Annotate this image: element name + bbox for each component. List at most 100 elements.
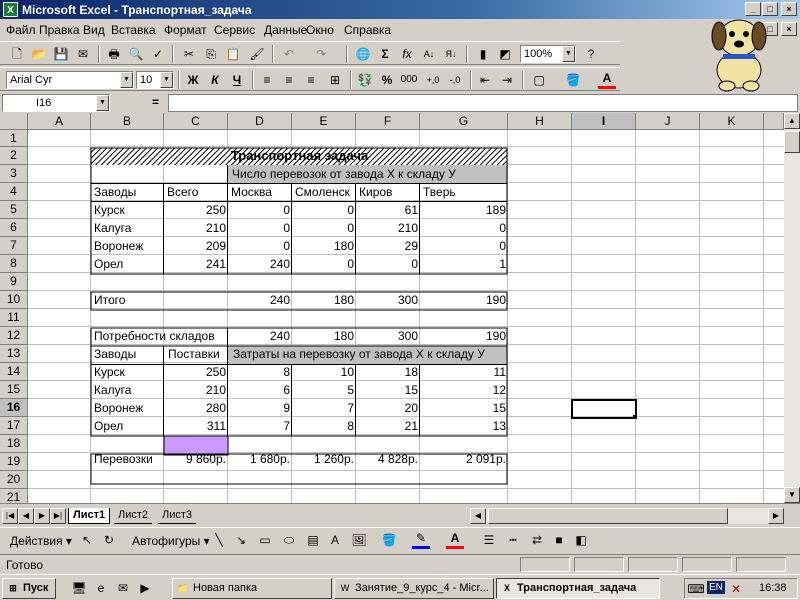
cost-factory-cell[interactable]: Калуга xyxy=(92,382,133,398)
column-header-h[interactable]: H xyxy=(508,113,572,130)
row-header-18[interactable]: 18 xyxy=(0,435,28,453)
transport-tver-cell[interactable]: 2 091р. xyxy=(420,451,508,467)
column-header-i[interactable]: I xyxy=(572,113,636,130)
ship-value-cell[interactable]: 189 xyxy=(420,202,508,218)
taskbar-item-folder[interactable]: 📁 Новая папка xyxy=(172,578,332,599)
column-header-g[interactable]: G xyxy=(420,113,508,130)
row-header-21[interactable]: 21 xyxy=(0,489,28,503)
menu-format[interactable]: Формат xyxy=(164,23,207,37)
ship-total-cell[interactable]: 209 xyxy=(164,238,228,254)
cost-supply-cell[interactable]: 250 xyxy=(164,364,228,380)
row-header-14[interactable]: 14 xyxy=(0,363,28,381)
title-cell[interactable]: Транспортная задача xyxy=(91,148,508,164)
cost-supply-cell[interactable]: 311 xyxy=(164,418,228,434)
network-icon[interactable]: ✕ xyxy=(727,580,745,598)
cost-header-cell[interactable]: Затраты на перевозку от завода Х к склад… xyxy=(231,346,487,362)
ship-value-cell[interactable]: 0 xyxy=(228,238,292,254)
new-icon[interactable]: 🗋 xyxy=(8,45,26,63)
align-right-icon[interactable]: ≡ xyxy=(302,71,320,89)
wordart-icon[interactable]: A xyxy=(326,531,344,549)
h-scroll-thumb[interactable] xyxy=(488,508,728,524)
taskbar-item-excel[interactable]: X Транспортная_задача xyxy=(496,578,660,599)
decrease-indent-icon[interactable]: ⇤ xyxy=(476,71,494,89)
thousands-icon[interactable]: 000 xyxy=(400,71,418,89)
shadow-icon[interactable]: ■ xyxy=(550,531,568,549)
ship-value-cell[interactable]: 0 xyxy=(292,202,356,218)
keyboard-icon[interactable]: ⌨ xyxy=(687,580,705,598)
font-select[interactable]: Arial Cyr ▼ xyxy=(6,71,134,89)
ship-value-cell[interactable]: 0 xyxy=(356,256,420,272)
vertical-scrollbar[interactable]: ▲ ▼ xyxy=(784,113,800,503)
ship-value-cell[interactable]: 61 xyxy=(356,202,420,218)
cost-value-cell[interactable]: 5 xyxy=(292,382,356,398)
warehouse-tver-cell[interactable]: Тверь xyxy=(421,184,458,200)
actions-menu[interactable]: Действия ▾ xyxy=(10,534,72,548)
cost-factory-cell[interactable]: Воронеж xyxy=(92,400,145,416)
redo-icon[interactable]: ↷ xyxy=(312,45,330,63)
ship-total-cell[interactable]: 250 xyxy=(164,202,228,218)
font-size-select[interactable]: 10 ▼ xyxy=(136,71,174,89)
ship-value-cell[interactable]: 0 xyxy=(292,220,356,236)
column-header-a[interactable]: A xyxy=(28,113,91,130)
ship-factory-cell[interactable]: Калуга xyxy=(92,220,133,236)
mail-icon[interactable]: ✉ xyxy=(74,45,92,63)
select-objects-icon[interactable]: ↖ xyxy=(78,531,96,549)
row-header-1[interactable]: 1 xyxy=(0,130,28,147)
menu-tools[interactable]: Сервис xyxy=(214,23,255,37)
needs-label-cell[interactable]: Потребности складов xyxy=(92,328,217,344)
print-preview-icon[interactable]: 🔍 xyxy=(127,45,145,63)
help-icon[interactable]: ? xyxy=(582,45,600,63)
align-center-icon[interactable]: ≡ xyxy=(280,71,298,89)
cost-supply-cell[interactable]: 210 xyxy=(164,382,228,398)
font-color-draw-icon[interactable]: A xyxy=(446,531,464,549)
sheet-tab-2[interactable]: Лист2 xyxy=(114,508,153,524)
cost-value-cell[interactable]: 9 xyxy=(228,400,292,416)
paste-icon[interactable]: 📋 xyxy=(224,45,242,63)
outlook-icon[interactable]: ✉ xyxy=(114,579,132,597)
ship-total-cell[interactable]: 210 xyxy=(164,220,228,236)
cost-value-cell[interactable]: 6 xyxy=(228,382,292,398)
ship-value-cell[interactable]: 1 xyxy=(420,256,508,272)
spelling-icon[interactable]: ✓ xyxy=(149,45,167,63)
cost-value-cell[interactable]: 21 xyxy=(356,418,420,434)
select-all-corner[interactable] xyxy=(0,113,28,130)
menu-edit[interactable]: Правка xyxy=(39,23,80,37)
row-header-12[interactable]: 12 xyxy=(0,327,28,345)
warehouse-kirov-cell[interactable]: Киров xyxy=(357,184,394,200)
line-color-icon[interactable]: ✎ xyxy=(412,531,430,549)
sheet-tab-1[interactable]: Лист1 xyxy=(68,508,111,524)
scroll-left-icon[interactable]: ◀ xyxy=(470,508,486,524)
shipments-header-cell[interactable]: Число перевозок от завода Х к складу У xyxy=(230,166,458,182)
ship-value-cell[interactable]: 240 xyxy=(228,256,292,272)
menu-help[interactable]: Справка xyxy=(344,23,391,37)
cost-value-cell[interactable]: 8 xyxy=(292,418,356,434)
open-icon[interactable]: 📂 xyxy=(30,45,48,63)
sheet-tab-3[interactable]: Лист3 xyxy=(158,508,197,524)
column-header-d[interactable]: D xyxy=(228,113,292,130)
menu-file[interactable]: Файл xyxy=(6,23,36,37)
cost-value-cell[interactable]: 15 xyxy=(356,382,420,398)
ship-factory-cell[interactable]: Воронеж xyxy=(92,238,145,254)
total-label-cell[interactable]: Всего xyxy=(165,184,200,200)
transport-label-cell[interactable]: Перевозки xyxy=(92,451,155,467)
fill-color-draw-icon[interactable]: 🪣 xyxy=(380,531,398,549)
sort-descending-icon[interactable]: Я↓ xyxy=(442,45,460,63)
cost-value-cell[interactable]: 15 xyxy=(420,400,508,416)
autoshapes-menu[interactable]: Автофигуры ▾ xyxy=(132,534,210,548)
textbox-icon[interactable]: ▤ xyxy=(304,531,322,549)
cost-factory-cell[interactable]: Орел xyxy=(92,418,125,434)
cost-value-cell[interactable]: 18 xyxy=(356,364,420,380)
increase-decimal-icon[interactable]: +,0 xyxy=(424,71,442,89)
currency-icon[interactable]: 💱 xyxy=(356,71,374,89)
increase-indent-icon[interactable]: ⇥ xyxy=(498,71,516,89)
taskbar-item-word[interactable]: W Занятие_9_курс_4 - Micr... xyxy=(334,578,494,599)
transport-smolensk-cell[interactable]: 1 260р. xyxy=(292,451,356,467)
transport-moscow-cell[interactable]: 1 680р. xyxy=(228,451,292,467)
decrease-decimal-icon[interactable]: -,0 xyxy=(446,71,464,89)
prev-sheet-icon[interactable]: ◀ xyxy=(18,508,34,524)
scroll-thumb[interactable] xyxy=(784,131,800,153)
column-header-f[interactable]: F xyxy=(356,113,420,130)
doc-close-icon[interactable]: × xyxy=(781,22,797,36)
media-icon[interactable]: ▶ xyxy=(136,579,154,597)
ship-value-cell[interactable]: 0 xyxy=(228,202,292,218)
